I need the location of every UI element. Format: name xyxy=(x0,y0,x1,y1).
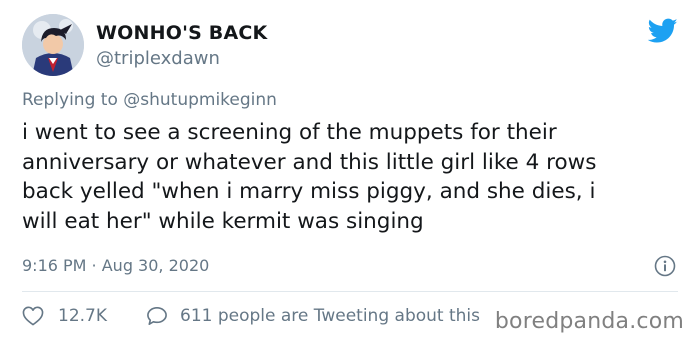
info-icon[interactable] xyxy=(654,255,676,277)
tweet-line: back yelled "when i marry miss piggy, an… xyxy=(22,179,596,204)
watermark: boredpanda.com xyxy=(494,309,684,334)
reply-prefix: Replying to xyxy=(22,90,124,110)
speech-bubble-icon xyxy=(146,306,168,326)
twitter-bird-icon[interactable] xyxy=(647,18,678,44)
like-button[interactable]: 12.7K xyxy=(22,306,107,326)
tweeting-about-link[interactable]: 611 people are Tweeting about this xyxy=(146,306,480,326)
tweet-card: WONHO'S BACK @triplexdawn Replying to @s… xyxy=(0,0,700,345)
divider xyxy=(22,291,678,292)
tweeting-about-text: 611 people are Tweeting about this xyxy=(180,306,480,326)
tweet-line: i went to see a screening of the muppets… xyxy=(22,120,557,145)
display-name[interactable]: WONHO'S BACK xyxy=(96,22,267,44)
reply-context: Replying to @shutupmikeginn xyxy=(22,90,277,110)
reply-mention-link[interactable]: @shutupmikeginn xyxy=(123,90,277,110)
tweet-line: will eat her" while kermit was singing xyxy=(22,208,424,234)
tweet-text: i went to see a screening of the muppets… xyxy=(22,118,682,236)
tweet-line: anniversary or whatever and this little … xyxy=(22,149,597,175)
avatar[interactable] xyxy=(22,14,84,76)
heart-icon xyxy=(22,306,44,326)
timestamp-link[interactable]: 9:16 PM · Aug 30, 2020 xyxy=(22,256,209,275)
user-handle[interactable]: @triplexdawn xyxy=(96,48,220,69)
like-count: 12.7K xyxy=(58,306,107,326)
